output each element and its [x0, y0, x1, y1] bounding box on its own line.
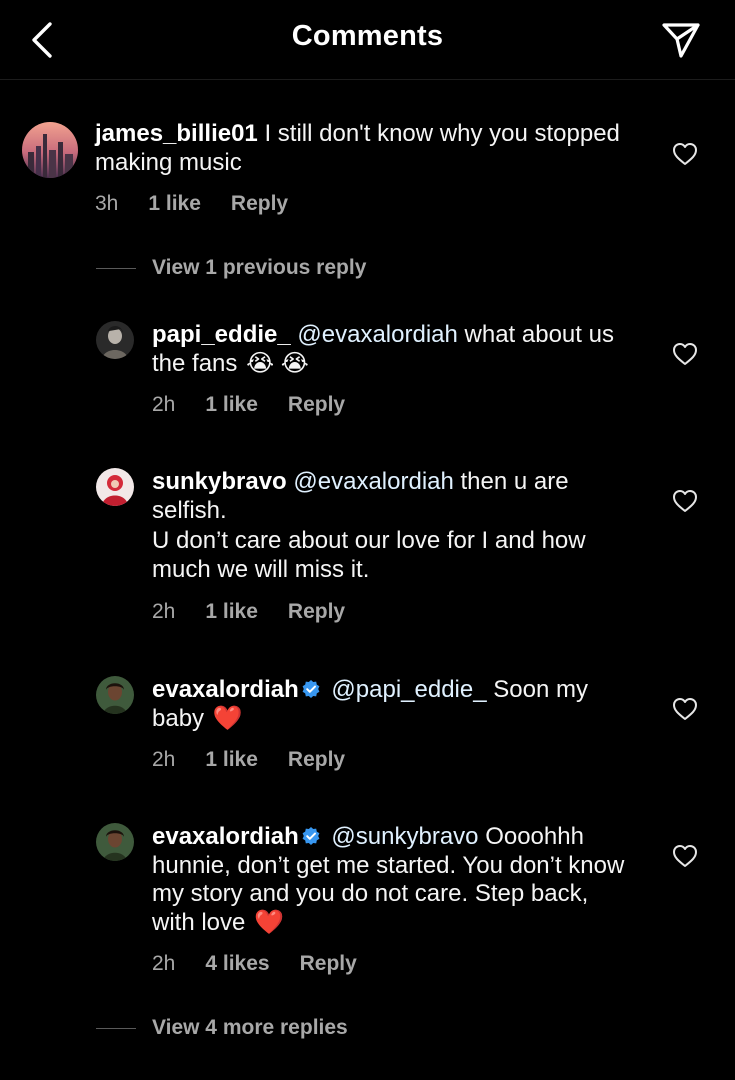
crying-emoji: 😭 😭: [246, 349, 309, 377]
avatar[interactable]: [96, 823, 134, 861]
mention-link[interactable]: @evaxalordiah: [293, 468, 453, 495]
divider-line: [96, 1027, 136, 1029]
header-bar: Comments: [0, 0, 735, 80]
reply-button[interactable]: Reply: [288, 600, 345, 624]
mention-link[interactable]: @sunkybravo: [331, 823, 478, 850]
reply-button[interactable]: Reply: [231, 192, 288, 216]
comment-time: 2h: [152, 952, 176, 975]
mention-link[interactable]: @evaxalordiah: [297, 321, 457, 348]
comment-likes[interactable]: 1 like: [205, 393, 258, 417]
avatar[interactable]: [96, 468, 134, 506]
verified-badge-icon: [302, 827, 320, 845]
reply-text: evaxalordiah @papi_eddie_ Soon my baby ❤…: [152, 676, 632, 733]
view-more-replies[interactable]: View 4 more replies: [96, 1016, 348, 1040]
view-previous-label: View 1 previous reply: [152, 256, 367, 279]
comment-time: 2h: [152, 748, 176, 771]
heart-icon[interactable]: [672, 342, 698, 366]
comment-likes[interactable]: 1 like: [205, 748, 258, 772]
red-heart-emoji: ❤️: [254, 908, 284, 936]
comment-meta: 2h 1 like Reply: [152, 748, 345, 772]
comment-likes[interactable]: 1 like: [205, 600, 258, 624]
comment-username[interactable]: evaxalordiah: [152, 676, 299, 703]
view-more-label: View 4 more replies: [152, 1016, 348, 1039]
comment-body-continued: U don’t care about our love for I and ho…: [152, 527, 586, 583]
paper-plane-icon: [662, 23, 700, 58]
avatar[interactable]: [96, 321, 134, 359]
reply-text: sunkybravo @evaxalordiah then u are self…: [152, 468, 632, 584]
reply-button[interactable]: Reply: [300, 952, 357, 976]
heart-icon[interactable]: [672, 489, 698, 513]
heart-icon[interactable]: [672, 697, 698, 721]
avatar[interactable]: [96, 676, 134, 714]
comment-meta: 2h 1 like Reply: [152, 393, 345, 417]
comment-time: 2h: [152, 393, 176, 416]
comment-username[interactable]: papi_eddie_: [152, 321, 291, 348]
comment-username[interactable]: evaxalordiah: [152, 823, 299, 850]
view-previous-replies[interactable]: View 1 previous reply: [96, 256, 366, 280]
red-heart-emoji: ❤️: [212, 704, 243, 732]
comment-meta: 2h 1 like Reply: [152, 600, 345, 624]
comment-username[interactable]: sunkybravo: [152, 468, 287, 495]
comment-text: james_billie01 I still don't know why yo…: [95, 120, 635, 177]
verified-badge-icon: [302, 680, 320, 698]
comment-meta: 3h 1 like Reply: [95, 192, 288, 216]
heart-icon[interactable]: [672, 142, 698, 166]
share-button[interactable]: [657, 16, 705, 64]
divider-line: [96, 267, 136, 269]
comment-time: 3h: [95, 192, 119, 215]
reply-text: papi_eddie_ @evaxalordiah what about us …: [152, 321, 632, 378]
comment-time: 2h: [152, 600, 176, 623]
comment-username[interactable]: james_billie01: [95, 120, 258, 147]
reply-button[interactable]: Reply: [288, 393, 345, 417]
avatar[interactable]: [22, 122, 78, 178]
page-title: Comments: [291, 20, 444, 52]
reply-button[interactable]: Reply: [288, 748, 345, 772]
comment-likes[interactable]: 4 likes: [205, 952, 269, 976]
heart-icon[interactable]: [672, 844, 698, 868]
mention-link[interactable]: @papi_eddie_: [331, 676, 486, 703]
comment-meta: 2h 4 likes Reply: [152, 952, 357, 976]
comment-likes[interactable]: 1 like: [148, 192, 201, 216]
reply-text: evaxalordiah @sunkybravo Oooohhh hunnie,…: [152, 823, 628, 937]
